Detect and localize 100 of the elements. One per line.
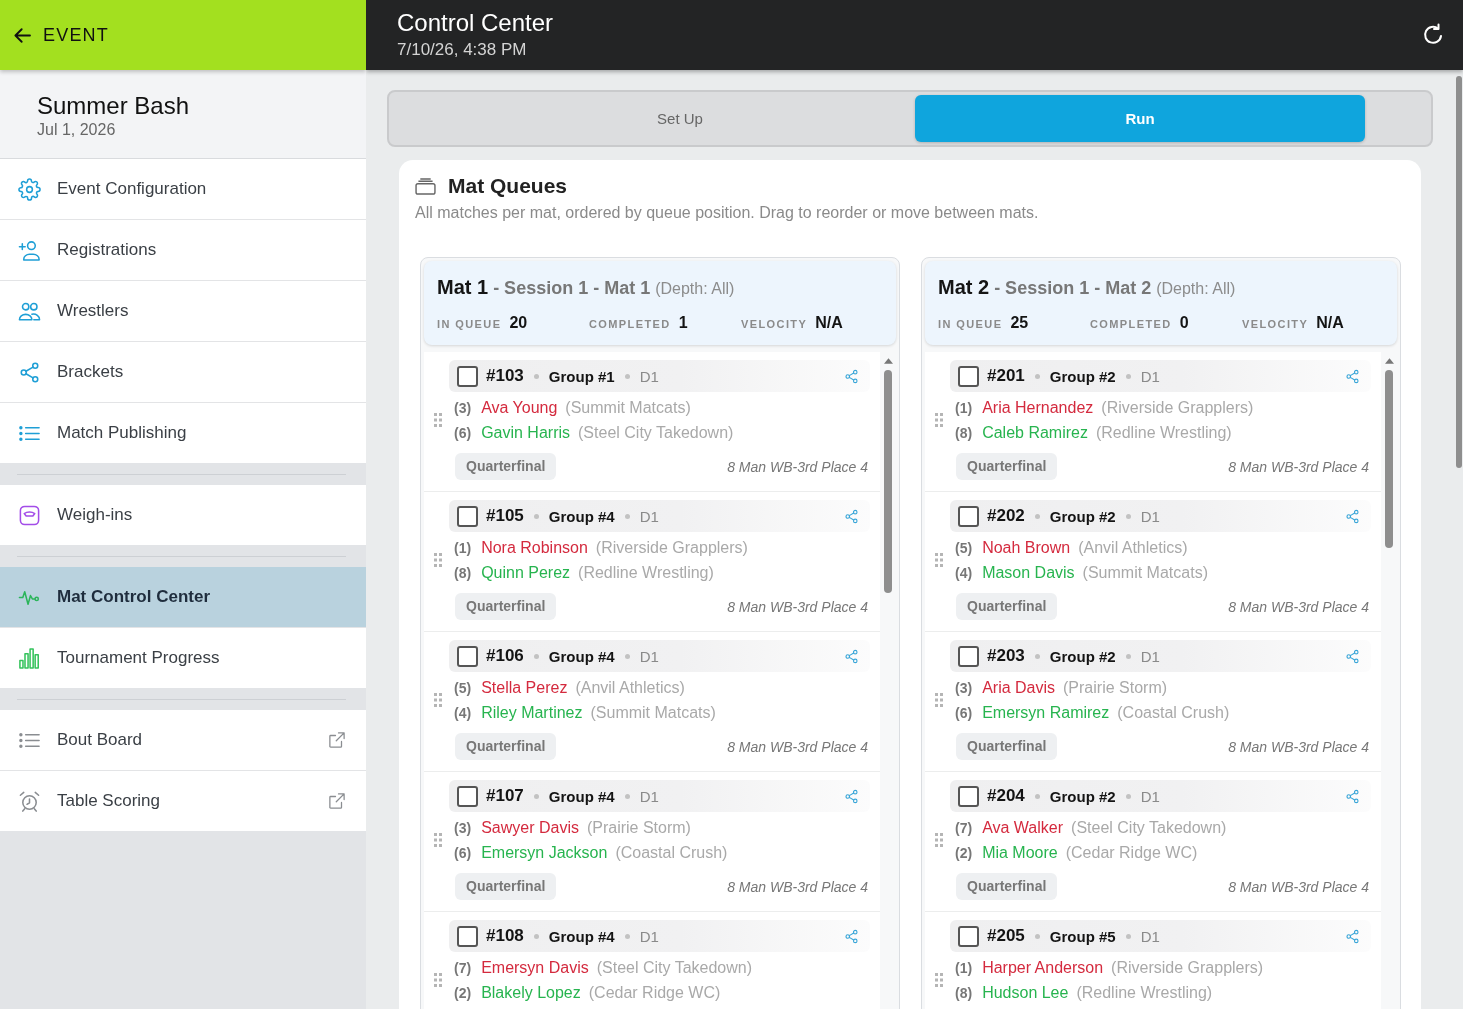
wrestler-name: Quinn Perez: [481, 563, 571, 582]
drag-handle-icon[interactable]: [934, 693, 943, 707]
scrollbar-thumb[interactable]: [1456, 76, 1462, 468]
external-link-icon[interactable]: [328, 731, 346, 749]
scroll-up-icon[interactable]: [883, 358, 893, 364]
division-label: D1: [639, 647, 659, 665]
scroll-up-icon[interactable]: [1384, 358, 1394, 364]
division-label: D1: [1140, 647, 1160, 665]
tab[interactable]: Set Up: [455, 95, 905, 142]
drag-handle-icon[interactable]: [433, 553, 442, 567]
checkbox[interactable]: [457, 645, 478, 667]
stat-value: 25: [1010, 314, 1029, 332]
share-icon[interactable]: [844, 928, 859, 944]
team-name: (Redline Wrestling): [1076, 983, 1213, 1002]
nav-item[interactable]: Match Publishing: [0, 403, 366, 463]
stat-value: 20: [509, 314, 528, 332]
match-item[interactable]: #108 Group #4 D1 (7) Emersyn Davis (Steel City Takedown) (2) Blakely Lopez (Cedar Ridge WC): [424, 912, 880, 1009]
bracket-label: 8 Man WB-3rd Place 4: [1228, 458, 1370, 475]
wrestler-name: Gavin Harris: [481, 423, 571, 442]
drag-handle-icon[interactable]: [433, 833, 442, 847]
nav-item[interactable]: Bout Board: [0, 710, 366, 771]
refresh-button[interactable]: [1421, 23, 1445, 47]
round-label: Quarterfinal: [956, 593, 1058, 620]
match-item[interactable]: #106 Group #4 D1 (5) Stella Perez (Anvil Athletics) (4) Riley Martinez (Summit Matcats) Quarterfinal 8 Man WB-3rd Place 4: [424, 632, 880, 772]
checkbox[interactable]: [457, 505, 478, 527]
wrestler-name: Noah Brown: [982, 538, 1071, 557]
back-button[interactable]: EVENT: [0, 0, 366, 70]
drag-handle-icon[interactable]: [934, 973, 943, 987]
checkbox[interactable]: [958, 505, 979, 527]
drag-handle-icon[interactable]: [934, 553, 943, 567]
nav-item[interactable]: Tournament Progress: [0, 628, 366, 688]
match-item[interactable]: #203 Group #2 D1 (3) Aria Davis (Prairie Storm) (6) Emersyn Ramirez (Coastal Crush) Quarterfinal 8 Man WB-3rd Place 4: [925, 632, 1381, 772]
panel-subtitle: All matches per mat, ordered by queue position. Drag to reorder or move between mats.: [415, 203, 1040, 223]
share-icon[interactable]: [844, 648, 859, 664]
wrestler-name: Ava Young: [481, 398, 558, 417]
division-label: D1: [1140, 367, 1160, 385]
team-name: (Coastal Crush): [615, 843, 728, 862]
share-icon[interactable]: [844, 788, 859, 804]
stat-label: COMPLETED: [589, 318, 671, 330]
panel-title: Mat Queues: [448, 174, 568, 198]
team-name: (Riverside Grapplers): [595, 538, 748, 557]
wrestler-name: Aria Davis: [982, 678, 1056, 697]
drag-handle-icon[interactable]: [934, 833, 943, 847]
nav-item[interactable]: Table Scoring: [0, 771, 366, 831]
match-item[interactable]: #205 Group #5 D1 (1) Harper Anderson (Riverside Grapplers) (8) Hudson Lee (Redline Wrestling): [925, 912, 1381, 1009]
wrestler-name: Mason Davis: [982, 563, 1075, 582]
drag-handle-icon[interactable]: [934, 413, 943, 427]
seed-label: (2): [955, 844, 973, 861]
share-icon[interactable]: [1345, 788, 1360, 804]
share-icon[interactable]: [844, 508, 859, 524]
checkbox[interactable]: [457, 365, 478, 387]
dot-icon: [1125, 513, 1131, 519]
nav-item[interactable]: Mat Control Center: [0, 567, 366, 628]
drag-handle-icon[interactable]: [433, 413, 442, 427]
match-item[interactable]: #103 Group #1 D1 (3) Ava Young (Summit Matcats) (6) Gavin Harris (Steel City Takedown) Quarterfinal 8 Man WB-3rd Place 4: [424, 352, 880, 492]
team-name: (Summit Matcats): [565, 398, 691, 417]
seed-label: (6): [454, 844, 472, 861]
nav-item[interactable]: Weigh-ins: [0, 485, 366, 545]
share-icon[interactable]: [1345, 648, 1360, 664]
stat-value: N/A: [1316, 314, 1344, 332]
share-icon[interactable]: [1345, 508, 1360, 524]
dot-icon: [624, 793, 630, 799]
drag-handle-icon[interactable]: [433, 693, 442, 707]
match-number: #205: [987, 926, 1025, 946]
share-icon[interactable]: [844, 368, 859, 384]
dot-icon: [533, 373, 539, 379]
checkbox[interactable]: [958, 365, 979, 387]
group-label: Group #4: [548, 927, 615, 945]
external-link-icon[interactable]: [328, 792, 346, 810]
checkbox[interactable]: [457, 785, 478, 807]
share-icon[interactable]: [1345, 928, 1360, 944]
share-icon[interactable]: [1345, 368, 1360, 384]
checkbox[interactable]: [958, 645, 979, 667]
seed-label: (1): [955, 399, 973, 416]
wrestler-name: Stella Perez: [481, 678, 568, 697]
event-name: Summer Bash: [37, 92, 191, 120]
round-label: Quarterfinal: [455, 593, 557, 620]
dot-icon: [1125, 653, 1131, 659]
match-item[interactable]: #204 Group #2 D1 (7) Ava Walker (Steel City Takedown) (2) Mia Moore (Cedar Ridge WC) Quarterfinal 8 Man WB-3rd Place 4: [925, 772, 1381, 912]
drag-handle-icon[interactable]: [433, 973, 442, 987]
checkbox[interactable]: [958, 925, 979, 947]
dot-icon: [1034, 373, 1040, 379]
scrollbar-thumb[interactable]: [1385, 370, 1393, 548]
match-number: #202: [987, 506, 1025, 526]
checkbox[interactable]: [457, 925, 478, 947]
match-item[interactable]: #105 Group #4 D1 (1) Nora Robinson (Riverside Grapplers) (8) Quinn Perez (Redline Wrestling) Quarterfinal 8 Man WB-3rd Place 4: [424, 492, 880, 632]
team-name: (Prairie Storm): [1063, 678, 1168, 697]
wrestler-name: Mia Moore: [982, 843, 1058, 862]
match-number: #108: [486, 926, 524, 946]
division-label: D1: [1140, 787, 1160, 805]
stat-value: N/A: [815, 314, 843, 332]
person-plus-icon: [18, 238, 41, 262]
match-item[interactable]: #201 Group #2 D1 (1) Aria Hernandez (Riverside Grapplers) (8) Caleb Ramirez (Redline Wrestling) Quarterfinal 8 Man WB-3rd Place 4: [925, 352, 1381, 492]
match-number: #106: [486, 646, 524, 666]
scrollbar-thumb[interactable]: [884, 370, 892, 593]
match-item[interactable]: #202 Group #2 D1 (5) Noah Brown (Anvil Athletics) (4) Mason Davis (Summit Matcats) Quarterfinal 8 Man WB-3rd Place 4: [925, 492, 1381, 632]
match-item[interactable]: #107 Group #4 D1 (3) Sawyer Davis (Prairie Storm) (6) Emersyn Jackson (Coastal Crush) Quarterfinal 8 Man WB-3rd Place 4: [424, 772, 880, 912]
checkbox[interactable]: [958, 785, 979, 807]
team-name: (Steel City Takedown): [596, 958, 753, 977]
back-arrow-icon: [14, 27, 31, 43]
